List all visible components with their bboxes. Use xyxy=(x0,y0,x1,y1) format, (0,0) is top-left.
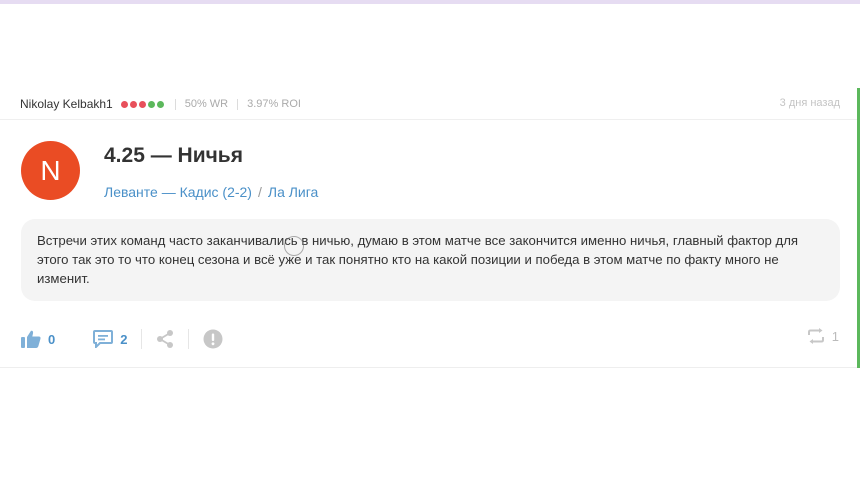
league-link[interactable]: Ла Лига xyxy=(268,184,318,200)
exclamation-icon xyxy=(203,329,223,349)
share-icon xyxy=(157,330,174,348)
meta-separator xyxy=(237,98,239,110)
comment-icon xyxy=(93,330,114,348)
top-strip xyxy=(0,0,860,4)
meta-separator xyxy=(174,98,176,110)
breadcrumb-slash: / xyxy=(257,184,262,200)
action-separator xyxy=(188,329,190,349)
avatar[interactable]: N xyxy=(21,141,80,200)
action-separator xyxy=(141,329,143,349)
repost-button[interactable]: 1 xyxy=(807,328,839,344)
header-divider xyxy=(0,119,857,120)
match-info: Леванте — Кадис (2-2) / Ла Лига xyxy=(104,184,318,200)
form-dot xyxy=(156,100,164,108)
comment-text: Встречи этих команд часто заканчивались … xyxy=(21,219,840,301)
post-actions: 0 2 xyxy=(21,328,223,350)
form-dot xyxy=(147,100,155,108)
mouse-cursor xyxy=(284,236,304,256)
form-dot xyxy=(129,100,137,108)
bet-post-card: Nikolay Kelbakh1 50% WR 3.97% ROI 3 дня … xyxy=(0,88,860,368)
like-count: 0 xyxy=(48,331,56,347)
thumbs-up-icon xyxy=(21,330,41,348)
repost-icon xyxy=(807,328,824,344)
share-button[interactable] xyxy=(156,330,174,348)
win-rate: 50% WR xyxy=(184,98,229,110)
bet-title: 4.25 — Ничья xyxy=(104,144,243,167)
form-dots xyxy=(120,100,166,108)
form-dot xyxy=(138,100,146,108)
author-name[interactable]: Nikolay Kelbakh1 xyxy=(20,97,113,111)
like-button[interactable]: 0 xyxy=(21,330,55,348)
comments-button[interactable]: 2 xyxy=(93,330,127,348)
match-link[interactable]: Леванте — Кадис (2-2) xyxy=(104,184,252,200)
comment-count: 2 xyxy=(120,331,128,347)
post-time: 3 дня назад xyxy=(779,97,840,109)
post-meta: Nikolay Kelbakh1 50% WR 3.97% ROI xyxy=(20,95,301,113)
repost-count: 1 xyxy=(831,328,839,344)
report-button[interactable] xyxy=(203,329,223,349)
roi: 3.97% ROI xyxy=(247,98,301,110)
form-dot xyxy=(120,100,128,108)
